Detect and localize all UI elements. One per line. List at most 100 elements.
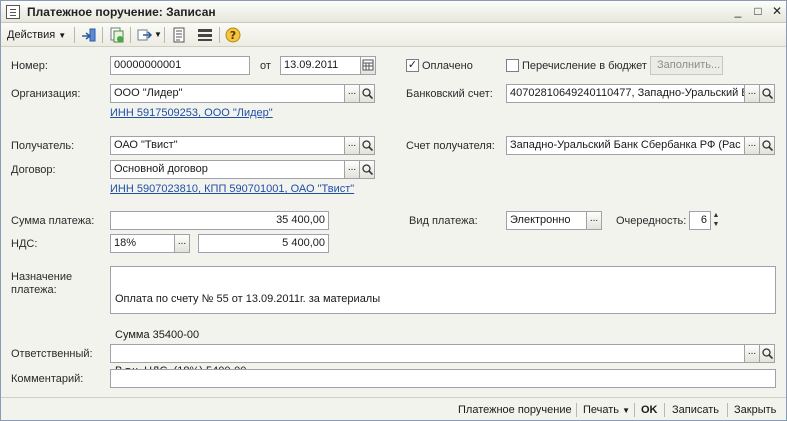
report-button[interactable] — [169, 26, 189, 44]
svg-text:?: ? — [230, 29, 236, 42]
purpose-textarea[interactable]: Оплата по счету № 55 от 13.09.2011г. за … — [110, 266, 776, 377]
purpose-label-line1: Назначение — [11, 271, 73, 283]
budget-label: Перечисление в бюджет — [522, 60, 647, 72]
organization-open-button[interactable] — [359, 84, 375, 103]
priority-spinner[interactable]: ▲ ▼ — [711, 211, 721, 230]
magnifier-icon — [361, 140, 373, 152]
report-icon — [173, 27, 185, 43]
organization-inn-link[interactable]: ИНН 5917509253, ООО "Лидер" — [110, 107, 273, 119]
enter-arrow-icon — [82, 28, 96, 42]
vat-rate-field[interactable]: 18% — [110, 234, 176, 253]
toolbar-separator — [164, 27, 165, 43]
priority-label: Очередность: — [616, 215, 687, 227]
maximize-button[interactable]: □ — [749, 3, 767, 20]
responsible-label: Ответственный: — [11, 348, 93, 360]
toolbar-separator — [130, 27, 131, 43]
sum-label: Сумма платежа: — [11, 215, 95, 227]
bank-account-select-button[interactable]: ... — [744, 84, 760, 103]
recipient-select-button[interactable]: ... — [344, 136, 360, 155]
payment-type-select-button[interactable]: ... — [586, 211, 602, 230]
print-menu-button[interactable]: Печать ▼ — [583, 402, 630, 418]
contract-label: Договор: — [11, 164, 56, 176]
recipient-account-select-button[interactable]: ... — [744, 136, 760, 155]
number-field[interactable]: 00000000001 — [110, 56, 250, 75]
date-from-label: от — [260, 60, 271, 72]
recipient-inn-link[interactable]: ИНН 5907023810, КПП 590701001, ОАО "Твис… — [110, 183, 354, 195]
actions-menu[interactable]: Действия ▼ — [7, 26, 66, 44]
magnifier-icon — [761, 88, 773, 100]
payment-order-print-button[interactable]: Платежное поручение — [458, 402, 572, 418]
paid-checkbox[interactable]: ✓ — [406, 59, 419, 72]
number-label: Номер: — [11, 60, 48, 72]
recipient-label: Получатель: — [11, 140, 75, 152]
contract-field[interactable]: Основной договор — [110, 160, 346, 179]
close-window-button[interactable]: ✕ — [768, 3, 786, 20]
purpose-label-line2: платежа: — [11, 284, 57, 296]
dropdown-arrow-icon: ▼ — [622, 406, 631, 415]
minimize-button[interactable]: _ — [729, 3, 747, 20]
contract-select-button[interactable]: ... — [344, 160, 360, 179]
toolbar-separator — [102, 27, 103, 43]
bank-account-open-button[interactable] — [759, 84, 775, 103]
calendar-icon — [362, 59, 374, 71]
goto-dropdown-icon[interactable]: ▼ — [154, 26, 162, 44]
payment-type-field[interactable]: Электронно — [506, 211, 588, 230]
titlebar: Платежное поручение: Записан _ □ ✕ — [1, 1, 786, 23]
move-enter-button[interactable] — [79, 26, 99, 44]
contract-open-button[interactable] — [359, 160, 375, 179]
responsible-select-button[interactable]: ... — [744, 344, 760, 363]
bank-account-label: Банковский счет: — [406, 88, 493, 100]
goto-icon — [137, 29, 153, 41]
list-icon — [198, 29, 212, 41]
statusbar-separator — [576, 403, 577, 417]
responsible-field[interactable] — [110, 344, 746, 363]
paid-label: Оплачено — [422, 60, 473, 72]
toolbar: Действия ▼ ▼ ? — [1, 23, 786, 47]
budget-checkbox[interactable] — [506, 59, 519, 72]
organization-label: Организация: — [11, 88, 81, 100]
recipient-field[interactable]: ОАО "Твист" — [110, 136, 346, 155]
organization-field[interactable]: ООО "Лидер" — [110, 84, 346, 103]
recipient-account-field[interactable]: Западно-Уральский Банк Сбербанка РФ (Рас — [506, 136, 746, 155]
close-button[interactable]: Закрыть — [734, 402, 776, 418]
create-based-on-button[interactable] — [107, 26, 127, 44]
calendar-button[interactable] — [360, 56, 376, 75]
magnifier-icon — [361, 164, 373, 176]
magnifier-icon — [761, 140, 773, 152]
recipient-open-button[interactable] — [359, 136, 375, 155]
priority-field[interactable]: 6 — [689, 211, 711, 230]
ok-button[interactable]: OK — [641, 402, 658, 418]
spin-down-icon[interactable]: ▼ — [711, 220, 721, 229]
magnifier-icon — [361, 88, 373, 100]
spin-up-icon[interactable]: ▲ — [711, 211, 721, 220]
fill-button[interactable]: Заполнить... — [650, 56, 723, 75]
vat-rate-select-button[interactable]: ... — [174, 234, 190, 253]
statusbar-separator — [634, 403, 635, 417]
organization-select-button[interactable]: ... — [344, 84, 360, 103]
help-button[interactable]: ? — [223, 26, 243, 44]
purpose-line: Сумма 35400-00 — [115, 329, 200, 341]
date-field[interactable]: 13.09.2011 — [280, 56, 362, 75]
payment-type-label: Вид платежа: — [409, 215, 478, 227]
bottom-command-bar: Платежное поручение Печать ▼ OK Записать… — [1, 397, 786, 420]
magnifier-icon — [761, 348, 773, 360]
vat-amount-field[interactable]: 5 400,00 — [198, 234, 329, 253]
responsible-open-button[interactable] — [759, 344, 775, 363]
statusbar-separator — [727, 403, 728, 417]
toolbar-separator — [219, 27, 220, 43]
recipient-account-label: Счет получателя: — [406, 140, 495, 152]
comment-label: Комментарий: — [11, 373, 84, 385]
bank-account-field[interactable]: 40702810649240110477, Западно-Уральский … — [506, 84, 746, 103]
recipient-account-open-button[interactable] — [759, 136, 775, 155]
dropdown-arrow-icon: ▼ — [58, 31, 67, 40]
document-icon — [6, 5, 20, 19]
comment-field[interactable] — [110, 369, 776, 388]
structure-button[interactable] — [195, 26, 215, 44]
copy-doc-icon — [110, 27, 124, 43]
window-title: Платежное поручение: Записан — [27, 5, 216, 19]
purpose-line: Оплата по счету № 55 от 13.09.2011г. за … — [115, 293, 381, 305]
go-to-button[interactable] — [135, 26, 155, 44]
statusbar-separator — [664, 403, 665, 417]
sum-field[interactable]: 35 400,00 — [110, 211, 329, 230]
save-button[interactable]: Записать — [672, 402, 719, 418]
